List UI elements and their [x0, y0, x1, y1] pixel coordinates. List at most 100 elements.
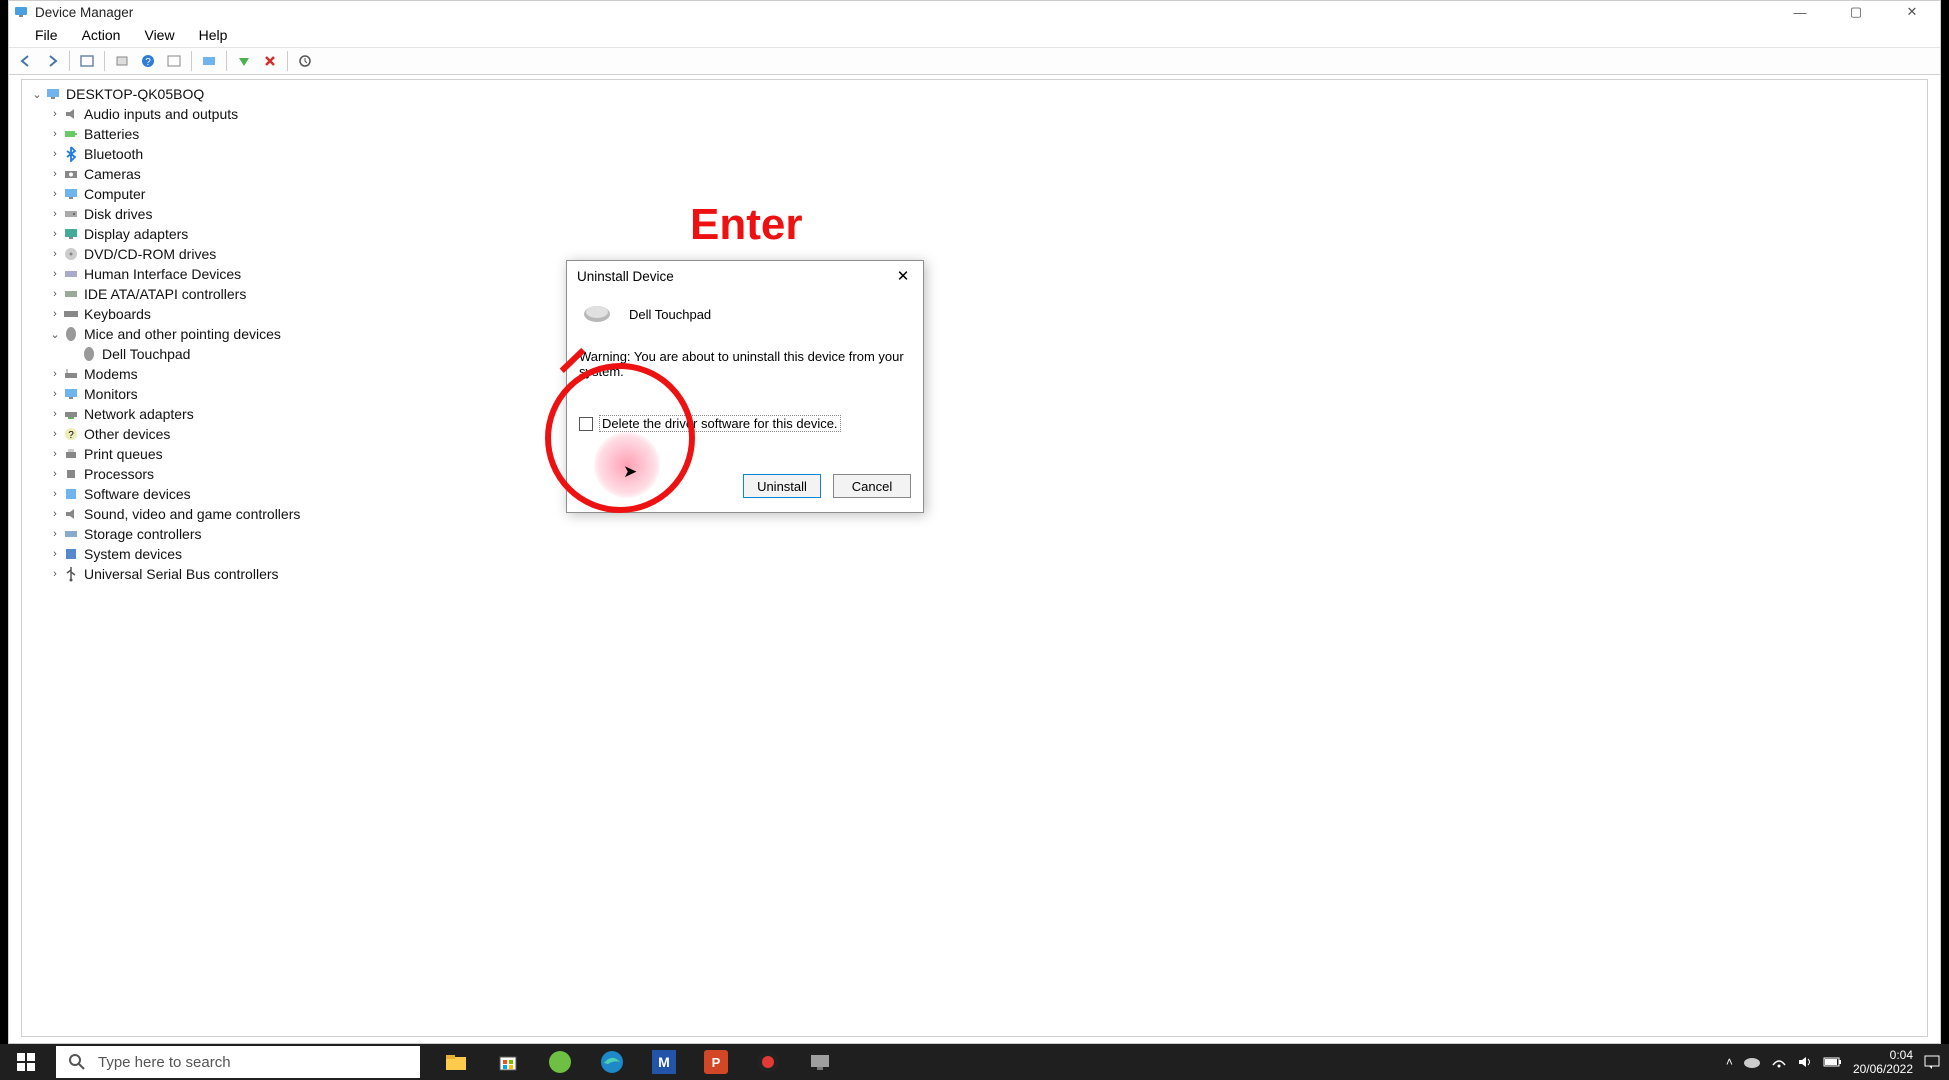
- start-button[interactable]: [0, 1044, 52, 1080]
- tree-category[interactable]: ›Print queues: [48, 444, 1919, 464]
- expand-icon[interactable]: ›: [48, 448, 62, 460]
- uninstall-button[interactable]: Uninstall: [743, 474, 821, 498]
- tree-category[interactable]: ›IDE ATA/ATAPI controllers: [48, 284, 1919, 304]
- tree-category[interactable]: ›Network adapters: [48, 404, 1919, 424]
- update-driver-icon[interactable]: [198, 50, 220, 72]
- notifications-icon[interactable]: [1923, 1054, 1941, 1070]
- delete-driver-checkbox-row[interactable]: Delete the driver software for this devi…: [579, 415, 911, 432]
- expand-icon[interactable]: ›: [48, 508, 62, 520]
- expand-icon[interactable]: ›: [48, 568, 62, 580]
- expand-icon[interactable]: ›: [48, 528, 62, 540]
- tree-category[interactable]: › Software devices: [48, 484, 1919, 504]
- expand-icon[interactable]: ›: [48, 468, 62, 480]
- tree-category[interactable]: ›Audio inputs and outputs: [48, 104, 1919, 124]
- show-hidden-icon[interactable]: [76, 50, 98, 72]
- help-icon[interactable]: ?: [137, 50, 159, 72]
- expand-icon[interactable]: ›: [48, 228, 62, 240]
- tree-category[interactable]: ›System devices: [48, 544, 1919, 564]
- tree-category[interactable]: ›Batteries: [48, 124, 1919, 144]
- tray-chevron-icon[interactable]: ˄: [1726, 1055, 1733, 1069]
- titlebar[interactable]: Device Manager — ▢ ✕: [9, 1, 1940, 23]
- tree-category[interactable]: ›Sound, video and game controllers: [48, 504, 1919, 524]
- tree-category[interactable]: ›?Other devices: [48, 424, 1919, 444]
- tree-device[interactable]: Dell Touchpad: [66, 344, 1919, 364]
- tree-category[interactable]: ›Human Interface Devices: [48, 264, 1919, 284]
- expand-icon[interactable]: ›: [48, 208, 62, 220]
- collapse-icon[interactable]: ⌄: [30, 88, 44, 101]
- uninstall-device-icon[interactable]: [259, 50, 281, 72]
- menu-help[interactable]: Help: [189, 25, 238, 45]
- expand-icon[interactable]: ›: [48, 308, 62, 320]
- mouse-icon: [80, 346, 98, 362]
- expand-icon[interactable]: ›: [48, 248, 62, 260]
- app-icon-m[interactable]: M: [650, 1048, 678, 1076]
- expand-icon[interactable]: ›: [48, 288, 62, 300]
- dialog-title[interactable]: Uninstall Device: [567, 261, 923, 291]
- printer-icon: [62, 446, 80, 462]
- wifi-icon[interactable]: [1771, 1055, 1787, 1069]
- edge-icon[interactable]: [598, 1048, 626, 1076]
- category-label: Monitors: [84, 386, 138, 402]
- maximize-button[interactable]: ▢: [1828, 1, 1884, 23]
- expand-icon[interactable]: ›: [48, 368, 62, 380]
- file-explorer-icon[interactable]: [442, 1048, 470, 1076]
- scan-hardware-icon[interactable]: [294, 50, 316, 72]
- tree-category[interactable]: ›Universal Serial Bus controllers: [48, 564, 1919, 584]
- dialog-close-button[interactable]: ✕: [883, 261, 923, 291]
- powerpoint-icon[interactable]: P: [702, 1048, 730, 1076]
- expand-icon[interactable]: ›: [48, 128, 62, 140]
- properties-icon[interactable]: [111, 50, 133, 72]
- tree-category[interactable]: ›Keyboards: [48, 304, 1919, 324]
- expand-icon[interactable]: ›: [48, 268, 62, 280]
- expand-icon[interactable]: ›: [48, 548, 62, 560]
- tree-category[interactable]: ›Disk drives: [48, 204, 1919, 224]
- software-icon: [62, 486, 80, 502]
- forward-icon[interactable]: [41, 50, 63, 72]
- expand-icon[interactable]: ›: [48, 168, 62, 180]
- back-icon[interactable]: [15, 50, 37, 72]
- tree-category[interactable]: ›Storage controllers: [48, 524, 1919, 544]
- menu-view[interactable]: View: [134, 25, 184, 45]
- device-manager-taskbar-icon[interactable]: [806, 1048, 834, 1076]
- audio-icon: [62, 106, 80, 122]
- app-icon-green[interactable]: [546, 1048, 574, 1076]
- tree-category[interactable]: ›Bluetooth: [48, 144, 1919, 164]
- category-label: Software devices: [84, 486, 191, 502]
- expand-icon[interactable]: ›: [48, 388, 62, 400]
- tree-category[interactable]: ⌄Mice and other pointing devices: [48, 324, 1919, 344]
- record-icon[interactable]: [754, 1048, 782, 1076]
- device-tree[interactable]: ⌄ DESKTOP-QK05BOQ ›Audio inputs and outp…: [21, 79, 1928, 1037]
- volume-icon[interactable]: [1797, 1055, 1813, 1069]
- menu-action[interactable]: Action: [72, 25, 131, 45]
- onedrive-icon[interactable]: [1743, 1055, 1761, 1069]
- expand-icon[interactable]: ›: [48, 108, 62, 120]
- svg-text:?: ?: [145, 57, 151, 68]
- tree-category[interactable]: ›Processors: [48, 464, 1919, 484]
- microsoft-store-icon[interactable]: [494, 1048, 522, 1076]
- ide-icon: [62, 286, 80, 302]
- expand-icon[interactable]: ›: [48, 408, 62, 420]
- menu-file[interactable]: File: [25, 25, 68, 45]
- tree-category[interactable]: ›Cameras: [48, 164, 1919, 184]
- device-manager-window: Device Manager — ▢ ✕ File Action View He…: [8, 0, 1941, 1044]
- scan-icon-2[interactable]: [163, 50, 185, 72]
- expand-icon[interactable]: ›: [48, 428, 62, 440]
- tree-category[interactable]: ›Computer: [48, 184, 1919, 204]
- search-input[interactable]: Type here to search: [56, 1046, 420, 1078]
- tray-clock[interactable]: 0:04 20/06/2022: [1853, 1048, 1913, 1076]
- minimize-button[interactable]: —: [1772, 1, 1828, 23]
- checkbox-icon[interactable]: [579, 417, 593, 431]
- battery-icon[interactable]: [1823, 1056, 1843, 1068]
- tree-category[interactable]: ›Modems: [48, 364, 1919, 384]
- expand-icon[interactable]: ›: [48, 148, 62, 160]
- expand-icon[interactable]: ›: [48, 188, 62, 200]
- expand-icon[interactable]: ›: [48, 488, 62, 500]
- collapse-icon[interactable]: ⌄: [48, 328, 62, 341]
- enable-device-icon[interactable]: [233, 50, 255, 72]
- close-button[interactable]: ✕: [1884, 1, 1940, 23]
- tree-root[interactable]: ⌄ DESKTOP-QK05BOQ: [30, 84, 1919, 104]
- cancel-button[interactable]: Cancel: [833, 474, 911, 498]
- tree-category[interactable]: › Monitors: [48, 384, 1919, 404]
- tree-category[interactable]: ›DVD/CD-ROM drives: [48, 244, 1919, 264]
- tree-category[interactable]: ›Display adapters: [48, 224, 1919, 244]
